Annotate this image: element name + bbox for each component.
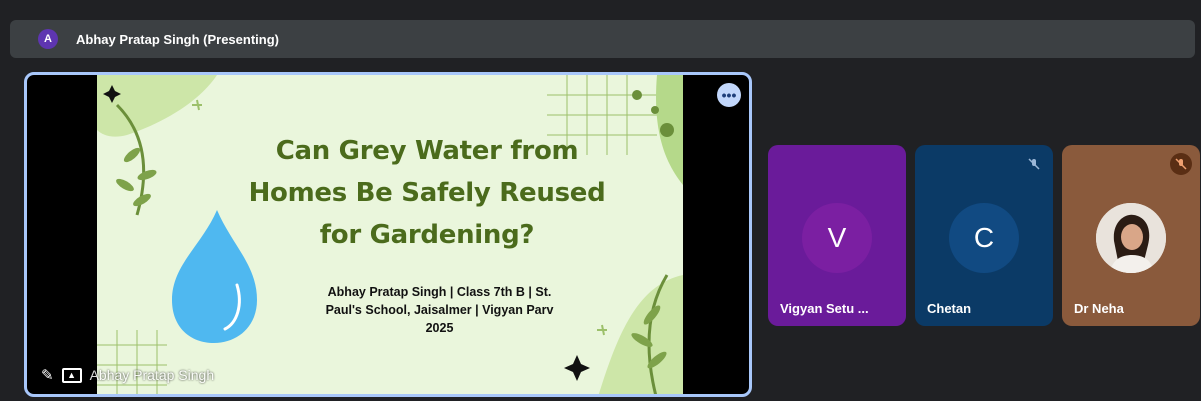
main-presentation-tile[interactable]: Can Grey Water from Homes Be Safely Reus…: [24, 72, 752, 397]
slide-title-line: Can Grey Water from: [275, 136, 579, 166]
present-to-all-icon: ▲: [61, 367, 82, 383]
slide-title-line: Homes Be Safely Reused: [248, 178, 606, 208]
participant-avatar: V: [802, 203, 872, 273]
more-options-button[interactable]: •••: [717, 83, 741, 107]
participant-name: Chetan: [927, 301, 972, 316]
presenter-bar: A Abhay Pratap Singh (Presenting): [10, 20, 1195, 58]
presentation-slide: Can Grey Water from Homes Be Safely Reus…: [97, 75, 683, 394]
presenting-label: Abhay Pratap Singh (Presenting): [76, 31, 279, 47]
more-horiz-icon: •••: [721, 87, 737, 103]
participant-photo-avatar: [1096, 203, 1166, 273]
participant-name: Vigyan Setu ...: [780, 301, 869, 316]
slide-subtitle-line: Abhay Pratap Singh | Class 7th B | St.: [327, 285, 552, 299]
participant-name: Dr Neha: [1074, 301, 1124, 316]
main-tile-footer: ✎ ▲ Abhay Pratap Singh: [41, 366, 214, 384]
slide-subtitle-line: Paul's School, Jaisalmer | Vigyan Parv: [325, 303, 554, 317]
main-tile-name: Abhay Pratap Singh: [89, 367, 215, 383]
slide-subtitle-line: 2025: [425, 321, 454, 335]
mic-off-icon: [1170, 153, 1192, 175]
pin-icon[interactable]: ✎: [41, 366, 54, 384]
presenter-avatar: A: [38, 29, 58, 49]
slide-title: Can Grey Water from Homes Be Safely Reus…: [227, 130, 627, 256]
participant-tile-vigyan-setu[interactable]: V Vigyan Setu ...: [768, 145, 906, 326]
participant-tile-dr-neha[interactable]: Dr Neha: [1062, 145, 1200, 326]
slide-subtitle: Abhay Pratap Singh | Class 7th B | St. P…: [302, 283, 577, 337]
participant-tile-chetan[interactable]: C Chetan: [915, 145, 1053, 326]
slide-title-line: for Gardening?: [319, 220, 535, 250]
participant-avatar: C: [949, 203, 1019, 273]
mic-off-icon: [1023, 153, 1045, 175]
